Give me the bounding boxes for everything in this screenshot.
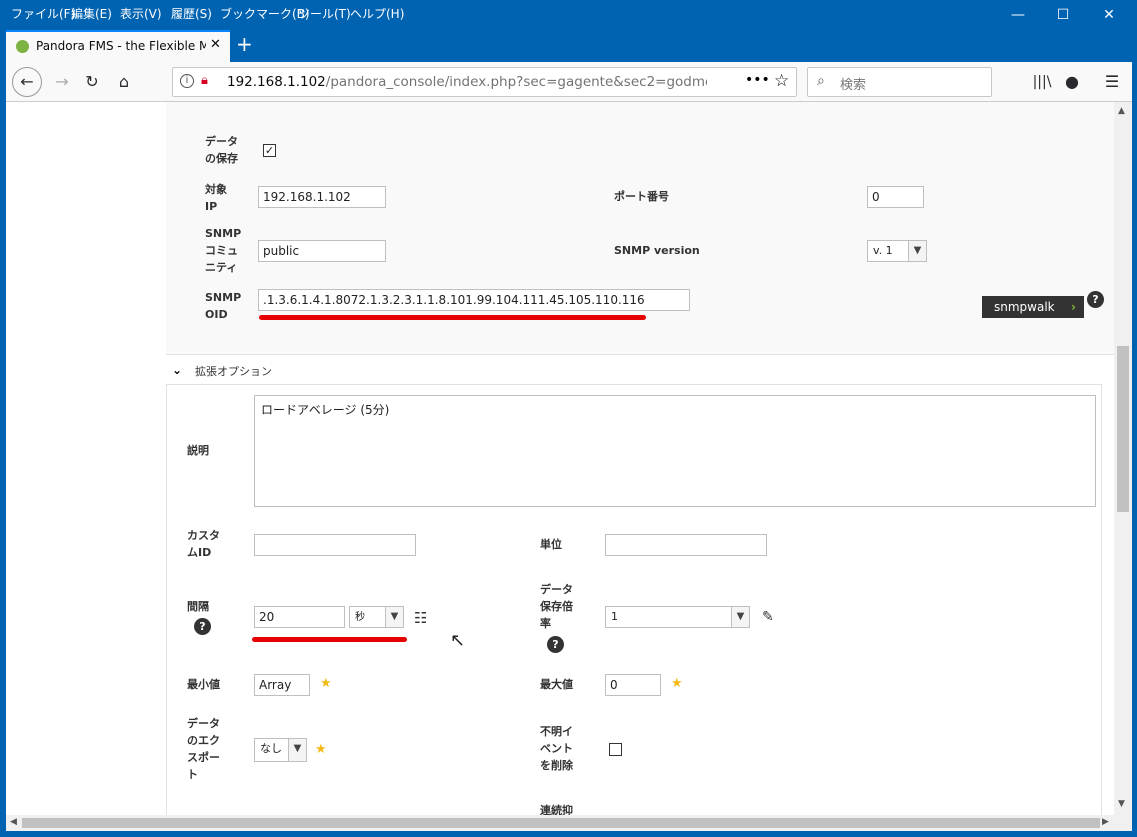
horizontal-scrollbar[interactable]: ◀ ▶ bbox=[6, 815, 1132, 831]
data-rate-help-icon[interactable]: ? bbox=[547, 636, 564, 653]
port-label: ポート番号 bbox=[614, 190, 669, 203]
minimize-icon[interactable]: — bbox=[995, 2, 1041, 28]
min-label: 最小値 bbox=[187, 678, 220, 691]
discard-unknown-label: 不明イベントを削除 bbox=[540, 725, 573, 772]
store-data-label: データの保存 bbox=[205, 135, 238, 165]
unit-label: 単位 bbox=[540, 538, 562, 551]
export-star-icon: ★ bbox=[315, 742, 327, 757]
search-icon: ⌕ bbox=[817, 73, 825, 89]
tab-title: Pandora FMS - the Flexible Mo bbox=[36, 39, 206, 53]
discard-unknown-checkbox[interactable] bbox=[609, 743, 622, 756]
interval-annotation-underline bbox=[252, 637, 407, 642]
description-label: 説明 bbox=[187, 444, 209, 457]
min-input[interactable]: Array bbox=[254, 674, 310, 696]
menu-tools[interactable]: ツール(T) bbox=[298, 5, 351, 22]
data-rate-label: データ保存倍率 bbox=[540, 583, 573, 630]
horizontal-scroll-thumb[interactable] bbox=[22, 818, 1100, 828]
port-input[interactable]: 0 bbox=[867, 186, 924, 208]
interval-help-icon[interactable]: ? bbox=[194, 618, 211, 635]
menu-bar: ファイル(F) 編集(E) 表示(V) 履歴(S) ブックマーク(B) ツール(… bbox=[0, 0, 1137, 30]
data-rate-value: 1 bbox=[611, 610, 618, 623]
pencil-icon[interactable]: ✎ bbox=[762, 609, 774, 625]
menu-history[interactable]: 履歴(S) bbox=[171, 5, 212, 22]
custom-id-label: カスタムID bbox=[187, 529, 220, 559]
oid-label: SNMP OID bbox=[205, 291, 242, 321]
pandora-favicon-icon bbox=[16, 40, 29, 53]
next-field-label: 連続抑 bbox=[540, 804, 573, 815]
menu-edit[interactable]: 編集(E) bbox=[71, 5, 112, 22]
back-icon[interactable]: ← bbox=[12, 67, 42, 97]
extension-icon[interactable]: ● bbox=[1058, 68, 1086, 96]
snmpwalk-help-icon[interactable]: ? bbox=[1087, 291, 1104, 308]
home-icon[interactable]: ⌂ bbox=[110, 68, 138, 96]
chevron-down-icon: ▼ bbox=[288, 739, 306, 761]
menu-bookmarks[interactable]: ブックマーク(B) bbox=[220, 5, 310, 22]
snmp-version-value: v. 1 bbox=[873, 244, 893, 257]
data-rate-select[interactable]: 1 ▼ bbox=[605, 606, 750, 628]
scroll-up-icon[interactable]: ▲ bbox=[1118, 106, 1125, 116]
vertical-scroll-thumb[interactable] bbox=[1117, 346, 1129, 512]
mouse-cursor-icon: ↖ bbox=[450, 630, 466, 651]
bookmark-star-icon[interactable]: ☆ bbox=[774, 71, 789, 91]
export-value: なし bbox=[260, 742, 282, 755]
custom-id-input[interactable] bbox=[254, 534, 416, 556]
target-ip-input[interactable]: 192.168.1.102 bbox=[258, 186, 386, 208]
max-star-icon: ★ bbox=[671, 676, 683, 691]
description-textarea[interactable]: ロードアベレージ (5分) bbox=[254, 395, 1096, 507]
close-window-icon[interactable]: ✕ bbox=[1086, 2, 1132, 28]
chevron-down-icon: ▼ bbox=[385, 607, 403, 627]
max-input[interactable]: 0 bbox=[605, 674, 661, 696]
advanced-options-title[interactable]: 拡張オプション bbox=[195, 363, 272, 379]
new-tab-icon[interactable]: + bbox=[236, 32, 253, 56]
max-label: 最大値 bbox=[540, 678, 573, 691]
tab-close-icon[interactable]: ✕ bbox=[210, 37, 221, 52]
interval-label: 間隔 bbox=[187, 600, 209, 613]
search-input[interactable]: ⌕ 検索 bbox=[807, 67, 992, 97]
unit-input[interactable] bbox=[605, 534, 767, 556]
community-input[interactable]: public bbox=[258, 240, 386, 262]
store-data-checkbox[interactable]: ✓ bbox=[263, 144, 276, 157]
min-star-icon: ★ bbox=[320, 676, 332, 691]
page-content: データの保存 ✓ 対象IP 192.168.1.102 ポート番号 0 SNMP… bbox=[6, 102, 1132, 815]
scroll-left-icon[interactable]: ◀ bbox=[10, 817, 17, 827]
browser-tab[interactable]: Pandora FMS - the Flexible Mo ✕ bbox=[6, 30, 230, 62]
library-icon[interactable]: |||\ bbox=[1028, 68, 1056, 96]
oid-input[interactable]: .1.3.6.1.4.1.8072.1.3.2.3.1.1.8.101.99.1… bbox=[258, 289, 690, 311]
snmp-version-select[interactable]: v. 1 ▼ bbox=[867, 240, 927, 262]
page-actions-icon[interactable]: ••• bbox=[745, 72, 770, 88]
maximize-icon[interactable]: ☐ bbox=[1040, 2, 1086, 28]
snmp-version-label: SNMP version bbox=[614, 244, 700, 257]
interval-list-icon[interactable]: ☷ bbox=[414, 609, 427, 627]
menu-view[interactable]: 表示(V) bbox=[120, 5, 162, 22]
oid-annotation-underline bbox=[259, 315, 646, 320]
url-host: 192.168.1.102 bbox=[227, 74, 326, 90]
interval-unit-value: 秒 bbox=[355, 612, 365, 623]
snmpwalk-button[interactable]: snmpwalk › bbox=[982, 296, 1084, 318]
interval-unit-select[interactable]: 秒 ▼ bbox=[349, 606, 404, 628]
reload-icon[interactable]: ↻ bbox=[78, 68, 106, 96]
community-label: SNMPコミュニティ bbox=[205, 227, 242, 274]
vertical-scrollbar[interactable]: ▲ ▼ bbox=[1114, 102, 1132, 815]
interval-input[interactable]: 20 bbox=[254, 606, 345, 628]
scroll-right-icon[interactable]: ▶ bbox=[1102, 817, 1109, 827]
export-select[interactable]: なし ▼ bbox=[254, 738, 307, 762]
chevron-down-icon: ▼ bbox=[731, 607, 749, 627]
menu-file[interactable]: ファイル(F) bbox=[11, 5, 75, 22]
scroll-down-icon[interactable]: ▼ bbox=[1118, 799, 1125, 809]
chevron-down-icon: ▼ bbox=[908, 241, 926, 261]
menu-help[interactable]: ヘルプ(H) bbox=[350, 5, 404, 22]
insecure-lock-icon[interactable]: 🔒︎ bbox=[201, 73, 208, 88]
info-icon[interactable]: i bbox=[180, 74, 194, 88]
forward-icon[interactable]: → bbox=[48, 68, 76, 96]
snmpwalk-label: snmpwalk bbox=[994, 300, 1055, 314]
target-ip-label: 対象IP bbox=[205, 183, 227, 213]
url-path: /pandora_console/index.php?sec=gagente&s… bbox=[325, 74, 707, 90]
export-label: データのエクスポート bbox=[187, 717, 220, 781]
chevron-right-icon: › bbox=[1071, 300, 1076, 314]
url-bar[interactable]: i 🔒︎ 192.168.1.102/pandora_console/index… bbox=[172, 67, 797, 97]
hamburger-menu-icon[interactable]: ☰ bbox=[1098, 68, 1126, 96]
collapse-chevron-icon[interactable]: ⌄ bbox=[172, 363, 182, 377]
search-placeholder: 検索 bbox=[840, 78, 867, 93]
